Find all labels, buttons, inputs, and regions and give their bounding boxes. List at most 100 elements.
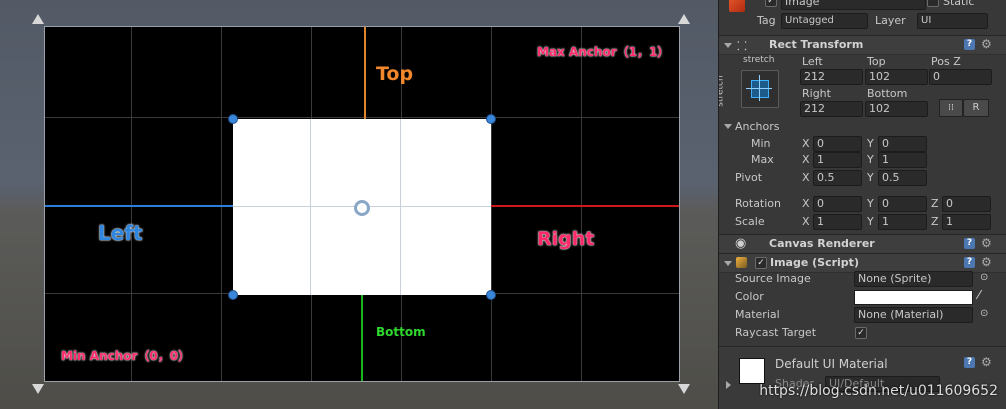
right-distance-line	[491, 205, 679, 207]
anchor-max-y-field[interactable]: 1	[878, 152, 927, 168]
grid-line	[221, 27, 222, 381]
pivot-y-field[interactable]: 0.5	[878, 170, 927, 186]
material-preview-section: Default UI Material Shader UI/Default ? …	[719, 346, 1006, 409]
rect-guide	[400, 119, 401, 295]
color-label: Color	[735, 290, 764, 303]
right-field[interactable]: 212	[800, 101, 863, 117]
watermark: https://blog.csdn.net/u011609652	[759, 383, 998, 399]
rect-handle-top-right[interactable]	[486, 114, 496, 124]
left-distance-line	[45, 205, 233, 207]
axis-y-label: Y	[867, 137, 874, 150]
help-icon[interactable]: ?	[964, 39, 975, 50]
anchor-max-x-field[interactable]: 1	[813, 152, 862, 168]
gear-icon[interactable]: ⚙	[981, 256, 992, 268]
eyedropper-icon[interactable]: ⁄	[978, 288, 980, 302]
source-image-field[interactable]: None (Sprite)	[854, 271, 973, 287]
rect-handle-bottom-right[interactable]	[486, 290, 496, 300]
pivot-icon[interactable]	[354, 200, 370, 216]
image-script-title: Image (Script)	[770, 256, 859, 269]
scale-label: Scale	[735, 215, 765, 228]
bottom-field[interactable]: 102	[865, 101, 928, 117]
anchor-preset-cross	[746, 88, 772, 89]
image-component-icon	[736, 257, 747, 268]
scale-x-field[interactable]: 1	[813, 214, 862, 230]
left-header: Left	[802, 55, 823, 68]
posz-field[interactable]: 0	[929, 69, 992, 85]
axis-z-label: Z	[931, 197, 939, 210]
collapse-arrow-icon[interactable]	[724, 43, 732, 48]
cube-icon	[729, 0, 745, 12]
anchors-label: Anchors	[735, 120, 780, 133]
grid-line	[45, 117, 679, 118]
scene-view[interactable]: Top Left Right Bottom Max Anchor（1，1） Mi…	[0, 0, 718, 409]
min-label: Min	[751, 137, 771, 150]
scale-y-field[interactable]: 1	[878, 214, 927, 230]
axis-y-label: Y	[867, 215, 874, 228]
anchor-bottom-left-icon[interactable]	[32, 384, 44, 394]
expand-arrow-icon[interactable]	[726, 381, 731, 389]
axis-x-label: X	[802, 171, 810, 184]
canvas-renderer-header[interactable]: ◉ Canvas Renderer ? ⚙	[719, 234, 1006, 254]
static-checkbox[interactable]	[927, 0, 939, 7]
tag-label: Tag	[757, 14, 776, 27]
tag-dropdown[interactable]: Untagged	[781, 13, 868, 29]
color-swatch[interactable]	[854, 290, 973, 305]
top-header: Top	[867, 55, 886, 68]
anchors-foldout-icon[interactable]	[724, 124, 732, 129]
bottom-label: Bottom	[376, 325, 426, 339]
rect-handle-bottom-left[interactable]	[228, 290, 238, 300]
axis-y-label: Y	[867, 171, 874, 184]
anchor-preset-button[interactable]	[741, 70, 779, 108]
material-preview-swatch	[739, 358, 765, 384]
layer-label: Layer	[875, 14, 906, 27]
top-field[interactable]: 102	[865, 69, 928, 85]
axis-x-label: X	[802, 137, 810, 150]
blueprint-button[interactable]: ⁞⁞	[939, 99, 963, 117]
layer-dropdown[interactable]: UI	[917, 13, 988, 29]
material-field[interactable]: None (Material)	[854, 307, 973, 323]
image-script-header[interactable]: ✓ Image (Script) ? ⚙	[719, 253, 1006, 273]
pivot-x-field[interactable]: 0.5	[813, 170, 862, 186]
rotation-z-field[interactable]: 0	[942, 196, 991, 212]
axis-x-label: X	[802, 215, 810, 228]
axis-x-label: X	[802, 153, 810, 166]
object-picker-icon[interactable]: ⊙	[980, 308, 988, 319]
gear-icon[interactable]: ⚙	[981, 356, 992, 368]
rotation-x-field[interactable]: 0	[813, 196, 862, 212]
anchor-top-right-icon[interactable]	[678, 14, 690, 24]
anchor-min-x-field[interactable]: 0	[813, 136, 862, 152]
anchor-top-left-icon[interactable]	[32, 14, 44, 24]
left-field[interactable]: 212	[800, 69, 863, 85]
canvas-renderer-title: Canvas Renderer	[769, 237, 875, 250]
bottom-distance-line	[361, 295, 363, 381]
anchor-bottom-right-icon[interactable]	[678, 384, 690, 394]
image-enabled-checkbox[interactable]: ✓	[755, 257, 767, 269]
help-icon[interactable]: ?	[964, 357, 975, 368]
gear-icon[interactable]: ⚙	[981, 237, 992, 249]
axis-y-label: Y	[867, 153, 874, 166]
help-icon[interactable]: ?	[964, 238, 975, 249]
anchor-min-y-field[interactable]: 0	[878, 136, 927, 152]
pivot-label: Pivot	[735, 171, 763, 184]
min-anchor-label: Min Anchor（0，0）	[61, 349, 191, 363]
scale-z-field[interactable]: 1	[942, 214, 991, 230]
help-icon[interactable]: ?	[964, 257, 975, 268]
rect-guide	[310, 119, 311, 295]
gear-icon[interactable]: ⚙	[981, 38, 992, 50]
collapse-arrow-icon[interactable]	[724, 261, 732, 266]
object-picker-icon[interactable]: ⊙	[980, 272, 988, 283]
gameobject-name-field[interactable]: Image	[781, 0, 926, 10]
top-distance-line	[364, 27, 366, 119]
raw-edit-button[interactable]: R	[963, 99, 989, 117]
rect-handle-top-left[interactable]	[228, 114, 238, 124]
rect-transform-header[interactable]: ⸬ Rect Transform ? ⚙	[719, 35, 1006, 55]
image-rect[interactable]	[233, 119, 491, 295]
grid-line	[131, 27, 132, 381]
eye-icon: ◉	[735, 236, 747, 251]
rotation-y-field[interactable]: 0	[878, 196, 927, 212]
raycast-target-checkbox[interactable]: ✓	[855, 327, 867, 339]
inspector-panel: ✓ Image Static Tag Untagged Layer UI ⸬ R…	[718, 0, 1006, 409]
anchor-preset-icon	[751, 80, 769, 98]
active-checkbox[interactable]: ✓	[765, 0, 777, 7]
rect-transform-icon: ⸬	[737, 39, 747, 53]
